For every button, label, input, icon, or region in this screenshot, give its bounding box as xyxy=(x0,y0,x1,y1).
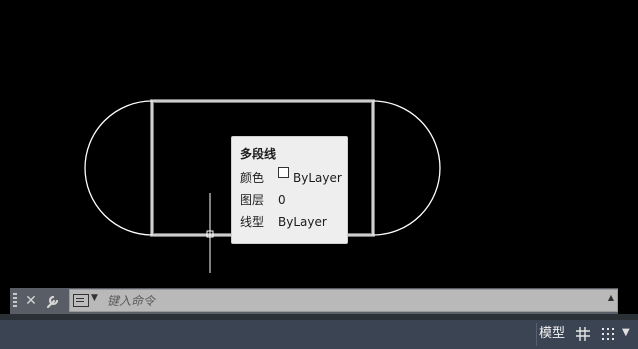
drag-handle-icon[interactable] xyxy=(13,293,18,309)
tooltip-key: 线型 xyxy=(240,215,265,229)
command-placeholder: 键入命令 xyxy=(107,294,156,308)
command-line-bar: ✕ ▼ 键入命令 ▲ xyxy=(10,288,618,314)
rollover-tooltip: 多段线 颜色 ByLayer 图层 0 线型 ByLayer xyxy=(231,136,348,244)
grid-icon[interactable] xyxy=(575,326,591,342)
command-prompt-icon[interactable] xyxy=(73,294,89,307)
tooltip-value: 0 xyxy=(278,193,286,207)
tooltip-row-linetype: 线型 ByLayer xyxy=(240,211,347,233)
chevron-up-icon[interactable]: ▲ xyxy=(608,293,614,302)
tooltip-row-layer: 图层 0 xyxy=(240,189,347,211)
model-space-button[interactable]: 模型 xyxy=(539,325,565,343)
tooltip-title: 多段线 xyxy=(240,147,277,161)
color-swatch-icon xyxy=(278,167,289,178)
command-input[interactable]: ▼ 键入命令 ▲ xyxy=(69,289,618,312)
snap-mode-icon[interactable] xyxy=(600,326,616,342)
chevron-down-icon[interactable]: ▼ xyxy=(91,293,98,303)
status-bar: 模型 ▼ xyxy=(0,320,638,349)
chevron-down-icon[interactable]: ▼ xyxy=(622,327,630,338)
tooltip-value: ByLayer xyxy=(278,215,327,229)
left-arc[interactable] xyxy=(84,100,153,236)
wrench-icon[interactable] xyxy=(44,291,62,311)
divider xyxy=(536,323,537,346)
tooltip-key: 颜色 xyxy=(240,171,265,185)
drawing-canvas[interactable]: 多段线 颜色 ByLayer 图层 0 线型 ByLayer xyxy=(0,0,638,288)
tooltip-key: 图层 xyxy=(240,193,265,207)
right-arc[interactable] xyxy=(372,100,441,236)
tooltip-row-color: 颜色 ByLayer xyxy=(240,167,347,189)
tooltip-value: ByLayer xyxy=(293,171,342,185)
close-icon[interactable]: ✕ xyxy=(22,291,40,311)
